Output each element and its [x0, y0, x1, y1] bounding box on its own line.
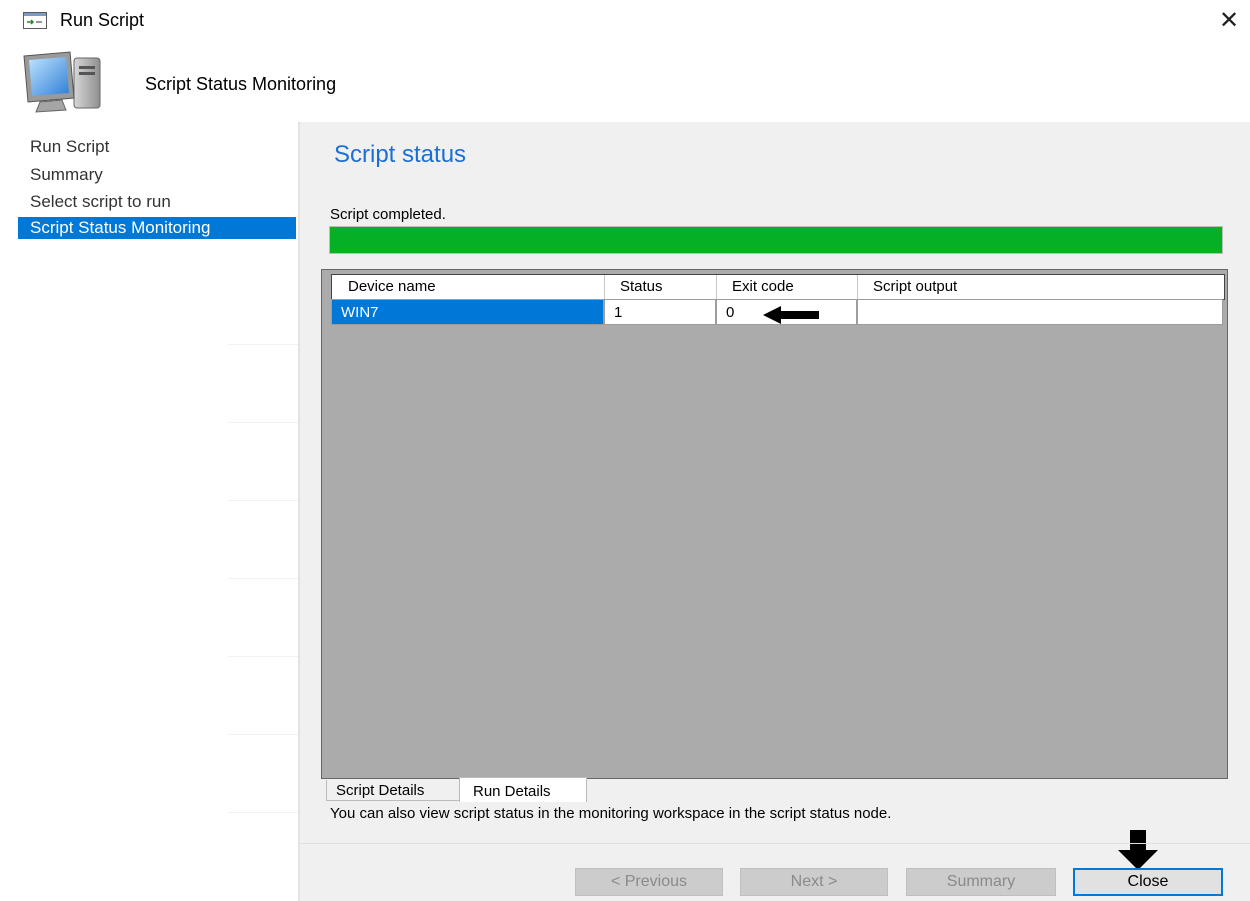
arrow-left-icon [763, 306, 819, 324]
divider [228, 656, 298, 657]
divider [228, 578, 298, 579]
tab-label: Run Details [473, 783, 551, 800]
column-header-status[interactable]: Status [620, 278, 663, 295]
cell-status[interactable]: 1 [604, 299, 716, 325]
computer-icon [23, 51, 101, 113]
run-script-icon [23, 12, 47, 29]
close-button[interactable]: Close [1073, 868, 1223, 896]
page-title: Script status [334, 141, 467, 168]
cell-device-name[interactable]: WIN7 [331, 299, 604, 325]
nav-item-select-script[interactable]: Select script to run [0, 191, 298, 213]
divider [298, 122, 300, 901]
divider [228, 734, 298, 735]
cell-script-output[interactable] [857, 299, 1223, 325]
divider [228, 344, 298, 345]
nav-item-script-status-monitoring[interactable]: Script Status Monitoring [18, 217, 296, 239]
divider [228, 500, 298, 501]
wizard-navigation: Run Script Summary Select script to run … [0, 122, 298, 901]
divider [228, 812, 298, 813]
divider [228, 422, 298, 423]
column-separator[interactable] [604, 275, 605, 299]
column-header-exit-code[interactable]: Exit code [732, 278, 794, 295]
grid-header: Device name Status Exit code Script outp… [331, 274, 1225, 300]
column-separator[interactable] [716, 275, 717, 299]
tab-script-details[interactable]: Script Details [326, 780, 460, 801]
arrow-down-icon [1118, 830, 1158, 870]
cell-text: WIN7 [341, 304, 379, 321]
nav-item-label: Script Status Monitoring [30, 218, 211, 237]
header-title: Script Status Monitoring [145, 74, 337, 94]
column-header-script-output[interactable]: Script output [873, 278, 957, 295]
divider [300, 843, 1250, 844]
nav-item-run-script[interactable]: Run Script [0, 136, 298, 158]
nav-item-label: Select script to run [30, 192, 171, 211]
tab-label: Script Details [336, 782, 425, 799]
column-header-device-name[interactable]: Device name [348, 278, 436, 295]
cell-text: 1 [614, 304, 623, 321]
window-title: Run Script [60, 10, 145, 30]
close-window-button[interactable]: ✕ [1213, 6, 1245, 36]
tab-run-details[interactable]: Run Details [459, 777, 587, 802]
progress-bar [329, 226, 1223, 254]
progress-fill [330, 227, 1222, 253]
summary-button[interactable]: Summary [906, 868, 1056, 896]
cell-text: 0 [726, 304, 735, 321]
status-text: Script completed. [330, 206, 446, 223]
column-separator[interactable] [857, 275, 858, 299]
previous-button[interactable]: < Previous [575, 868, 723, 896]
nav-item-summary[interactable]: Summary [0, 164, 298, 186]
info-text: You can also view script status in the m… [330, 805, 892, 822]
next-button[interactable]: Next > [740, 868, 888, 896]
nav-item-label: Summary [30, 165, 103, 184]
results-grid[interactable] [321, 269, 1228, 779]
nav-item-label: Run Script [30, 137, 110, 156]
